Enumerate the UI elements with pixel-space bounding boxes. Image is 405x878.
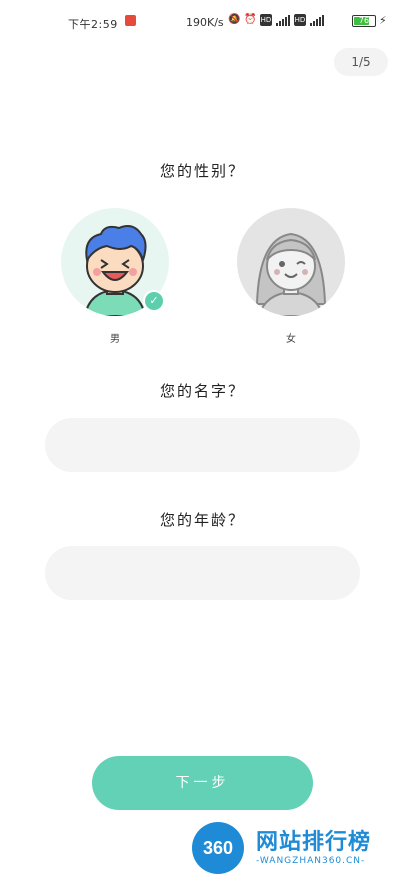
hd-icon: HD [260,14,272,26]
female-label: 女 [286,334,296,345]
name-question: 您的名字？ [159,382,245,400]
charging-icon: ⚡ [379,14,387,27]
next-button[interactable]: 下一步 [92,756,313,810]
name-input[interactable] [45,418,360,472]
male-label: 男 [110,334,120,345]
selected-check-icon: ✓ [143,290,165,312]
age-question: 您的年龄？ [159,511,245,529]
watermark: 360 网站排行榜 -WANGZHAN360.CN- [192,818,402,878]
battery-level: 76 [358,16,370,25]
mute-icon: 🔕 [228,14,241,25]
signal-icon [276,14,290,26]
watermark-title: 网站排行榜 [256,830,372,855]
female-avatar-icon [255,232,327,316]
age-input[interactable] [45,546,360,600]
gender-question: 您的性别？ [159,162,245,180]
battery-icon: 76 [352,15,376,27]
notification-app-icon [125,15,136,26]
watermark-logo: 360 [192,822,244,874]
step-indicator: 1/5 [334,48,388,76]
status-time: 下午2:59 [68,18,118,31]
signal-icon-2 [310,14,324,26]
hd-icon-2: HD [294,14,306,26]
watermark-subtitle: -WANGZHAN360.CN- [256,856,366,866]
alarm-icon: ⏰ [244,14,257,25]
status-bar: 下午2:59 190K/s 🔕 ⏰ HD HD 76 ⚡ [0,0,405,40]
status-icons: 🔕 ⏰ HD HD [228,14,324,26]
female-avatar-option[interactable] [237,208,345,316]
network-speed: 190K/s [186,16,224,29]
